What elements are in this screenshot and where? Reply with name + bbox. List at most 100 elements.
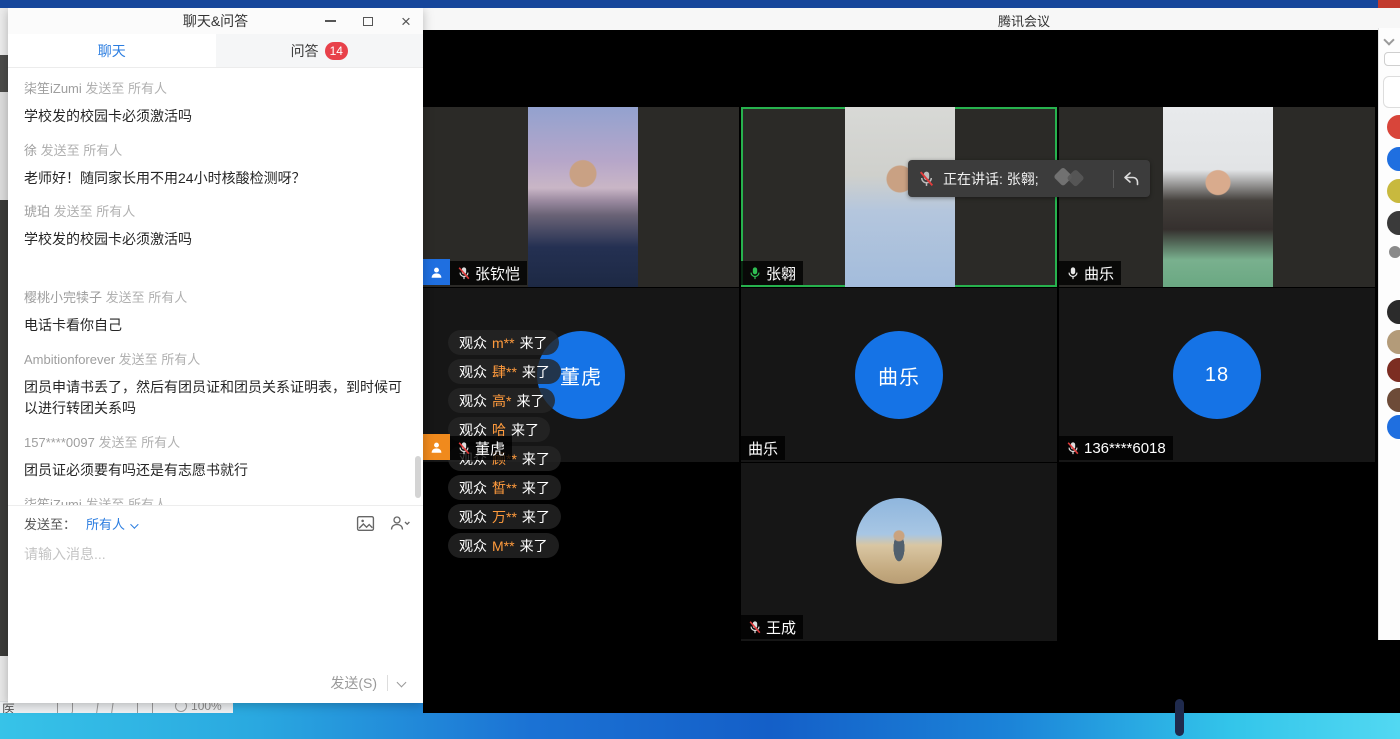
panel-avatar[interactable] bbox=[1387, 115, 1400, 139]
meeting-title: 腾讯会议 bbox=[998, 11, 1050, 30]
speaking-banner-text: 正在讲话: 张翱; bbox=[943, 169, 1039, 189]
toast-audience-name: 万** bbox=[492, 507, 517, 527]
audience-join-toast: 观众高*来了 bbox=[448, 388, 555, 413]
sender-name: 樱桃小完犊子 bbox=[24, 290, 102, 305]
panel-avatar[interactable] bbox=[1387, 147, 1400, 171]
audience-join-toast: 观众肆**来了 bbox=[448, 359, 561, 384]
meeting-window: 腾讯会议 张钦恺 张翱 bbox=[423, 8, 1400, 713]
tab-chat[interactable]: 聊天 bbox=[8, 34, 216, 67]
video-tile-qule-2[interactable]: 曲乐 曲乐 bbox=[741, 288, 1057, 462]
audience-join-toast: 观众M**来了 bbox=[448, 533, 559, 558]
maximize-button[interactable] bbox=[357, 11, 379, 31]
panel-card-fragment bbox=[1383, 76, 1400, 108]
minimize-button[interactable] bbox=[319, 11, 341, 31]
participant-name: 曲乐 bbox=[1084, 263, 1114, 284]
panel-avatar[interactable] bbox=[1387, 358, 1400, 382]
panel-avatar[interactable] bbox=[1389, 246, 1400, 258]
mic-on-icon bbox=[748, 266, 762, 280]
participant-name: 张钦恺 bbox=[475, 263, 520, 284]
sent-to-text: 发送至 所有人 bbox=[95, 435, 180, 450]
mic-muted-icon bbox=[1066, 441, 1080, 455]
panel-avatar[interactable] bbox=[1387, 179, 1400, 203]
sent-to-text: 发送至 所有人 bbox=[50, 204, 135, 219]
message-sender-line: 徐 发送至 所有人 bbox=[24, 140, 411, 159]
close-button[interactable]: × bbox=[395, 11, 417, 31]
divider bbox=[387, 675, 388, 691]
send-to-dropdown[interactable]: 所有人 bbox=[86, 514, 136, 533]
message-text: 学校发的校园卡必须激活吗 bbox=[24, 106, 411, 128]
panel-avatar[interactable] bbox=[1387, 211, 1400, 235]
screen-top-strip bbox=[0, 0, 1400, 8]
sender-name: 157****0097 bbox=[24, 435, 95, 450]
toast-suffix: 来了 bbox=[522, 362, 550, 382]
send-to-value: 所有人 bbox=[86, 517, 125, 532]
toast-audience-name: M** bbox=[492, 538, 515, 554]
toast-audience-name: 皙** bbox=[492, 478, 517, 498]
scrollbar-thumb[interactable] bbox=[1175, 699, 1184, 736]
reply-arrow-icon[interactable] bbox=[1122, 171, 1140, 187]
message-text: 团员申请书丢了，然后有团员证和团员关系证明表，到时候可以进行转团关系吗 bbox=[24, 377, 411, 420]
toast-prefix: 观众 bbox=[459, 478, 487, 498]
video-tile-136-6018[interactable]: 18 136****6018 bbox=[1059, 288, 1375, 462]
message-sender-line: 琥珀 发送至 所有人 bbox=[24, 201, 411, 220]
mic-muted-icon bbox=[918, 170, 935, 187]
mic-muted-icon bbox=[457, 266, 471, 280]
chat-message-list[interactable]: 柒笙iZumi 发送至 所有人学校发的校园卡必须激活吗徐 发送至 所有人老师好！… bbox=[8, 68, 423, 505]
sent-to-text: 发送至 所有人 bbox=[82, 497, 167, 505]
participant-name: 136****6018 bbox=[1084, 440, 1166, 457]
toast-prefix: 观众 bbox=[459, 362, 487, 382]
chat-scrollbar-thumb[interactable] bbox=[415, 456, 421, 498]
meeting-video-grid: 张钦恺 张翱 曲乐 董虎 bbox=[423, 30, 1400, 713]
tab-qa[interactable]: 问答 14 bbox=[216, 34, 424, 67]
screen: 医 100% 聊天&问答 × 聊天 bbox=[0, 0, 1400, 739]
mic-muted-icon bbox=[457, 441, 471, 455]
toast-suffix: 来了 bbox=[522, 507, 550, 527]
participant-name: 曲乐 bbox=[748, 438, 778, 459]
toast-prefix: 观众 bbox=[459, 333, 487, 353]
image-attach-icon[interactable] bbox=[356, 514, 375, 533]
video-tile-zhangao[interactable]: 张翱 bbox=[741, 107, 1057, 287]
cohost-badge-icon bbox=[423, 434, 450, 460]
audience-join-toast: 观众m**来了 bbox=[448, 330, 559, 355]
message-text: 电话卡看你自己 bbox=[24, 315, 411, 337]
host-badge-icon bbox=[423, 259, 450, 285]
participant-name: 董虎 bbox=[475, 438, 505, 459]
sender-name: 柒笙iZumi bbox=[24, 81, 82, 96]
message-input[interactable] bbox=[8, 540, 423, 610]
message-sender-line: 柒笙iZumi 发送至 所有人 bbox=[24, 78, 411, 97]
panel-avatar[interactable] bbox=[1387, 388, 1400, 412]
participant-name: 王成 bbox=[766, 617, 796, 638]
toast-suffix: 来了 bbox=[516, 391, 544, 411]
background-window-edge bbox=[0, 92, 8, 200]
toast-prefix: 观众 bbox=[459, 536, 487, 556]
sender-name: 徐 bbox=[24, 143, 37, 158]
toast-prefix: 观众 bbox=[459, 507, 487, 527]
background-window-edge bbox=[0, 8, 8, 55]
toast-audience-name: m** bbox=[492, 335, 515, 351]
toast-prefix: 观众 bbox=[459, 391, 487, 411]
send-button[interactable]: 发送(S) bbox=[320, 669, 387, 697]
chevron-down-icon[interactable] bbox=[1383, 34, 1394, 45]
sent-to-text: 发送至 所有人 bbox=[82, 81, 167, 96]
toast-audience-name: 高* bbox=[492, 391, 511, 411]
mention-member-icon[interactable] bbox=[389, 514, 411, 532]
video-tile-wangcheng[interactable]: 王成 bbox=[741, 463, 1057, 641]
mic-on-icon bbox=[1066, 266, 1080, 280]
video-tile-zhangqinkai[interactable]: 张钦恺 bbox=[423, 107, 739, 287]
sent-to-text: 发送至 所有人 bbox=[115, 352, 200, 367]
panel-input-fragment[interactable] bbox=[1384, 52, 1400, 66]
panel-avatar[interactable] bbox=[1387, 300, 1400, 324]
tab-qa-label: 问答 bbox=[291, 41, 319, 61]
message-text: 团员证必须要有吗还是有志愿书就行 bbox=[24, 460, 411, 482]
video-tile-qule[interactable]: 曲乐 bbox=[1059, 107, 1375, 287]
speaking-indicator-banner: 正在讲话: 张翱; bbox=[908, 160, 1150, 197]
send-options-chevron-icon[interactable] bbox=[397, 677, 407, 687]
chat-titlebar[interactable]: 聊天&问答 × bbox=[8, 8, 423, 34]
meeting-titlebar[interactable]: 腾讯会议 bbox=[423, 8, 1400, 30]
toast-suffix: 来了 bbox=[511, 420, 539, 440]
panel-avatar[interactable] bbox=[1387, 415, 1400, 439]
panel-avatar[interactable] bbox=[1387, 330, 1400, 354]
message-sender-line: 樱桃小完犊子 发送至 所有人 bbox=[24, 287, 411, 306]
background-window-edge bbox=[0, 55, 8, 92]
sender-name: 琥珀 bbox=[24, 204, 50, 219]
